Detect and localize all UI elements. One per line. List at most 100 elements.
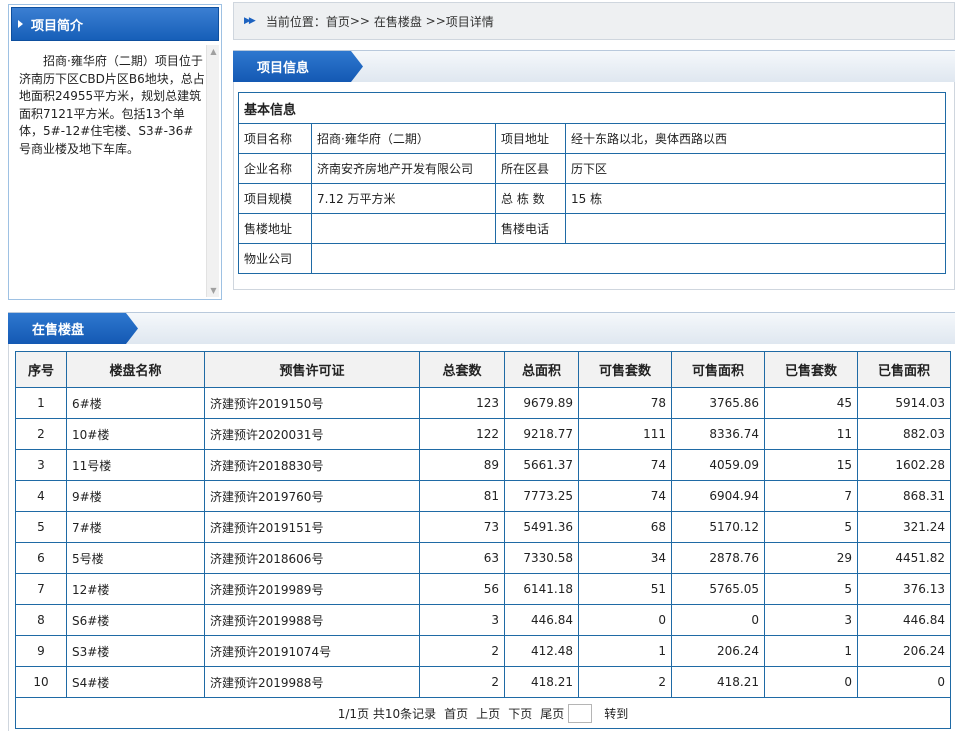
col-header: 已售面积 bbox=[857, 351, 951, 388]
cell-sold-area: 882.03 bbox=[857, 418, 951, 450]
cell-index: 10 bbox=[15, 666, 67, 698]
pager-first-link[interactable]: 首页 bbox=[444, 705, 468, 722]
breadcrumb-current: 项目详情 bbox=[445, 14, 494, 29]
cell-sold-units: 5 bbox=[764, 573, 858, 605]
tab-on-sale: 在售楼盘 bbox=[8, 313, 138, 344]
cell-building-name: 5号楼 bbox=[66, 542, 205, 574]
cell-presale-permit: 济建预许20191074号 bbox=[204, 635, 420, 667]
cell-building-name: S4#楼 bbox=[66, 666, 205, 698]
info-label: 所在区县 bbox=[495, 153, 566, 184]
cell-available-units: 74 bbox=[578, 480, 672, 512]
cell-total-units: 63 bbox=[419, 542, 505, 574]
col-header: 序号 bbox=[15, 351, 67, 388]
cell-building-name: 10#楼 bbox=[66, 418, 205, 450]
tab-project-info: 项目信息 bbox=[233, 51, 363, 82]
cell-building-name: 12#楼 bbox=[66, 573, 205, 605]
cell-available-units: 51 bbox=[578, 573, 672, 605]
cell-total-area: 7330.58 bbox=[504, 542, 579, 574]
cell-total-units: 81 bbox=[419, 480, 505, 512]
info-label: 售楼电话 bbox=[495, 213, 566, 244]
cell-available-area: 418.21 bbox=[671, 666, 765, 698]
page-number-input[interactable] bbox=[568, 703, 593, 723]
double-arrow-right-icon: ▶▶ bbox=[244, 16, 256, 26]
cell-building-name: 9#楼 bbox=[66, 480, 205, 512]
cell-building-name: S6#楼 bbox=[66, 604, 205, 636]
cell-sold-units: 1 bbox=[764, 635, 858, 667]
cell-presale-permit: 济建预许2018830号 bbox=[204, 449, 420, 481]
info-row: 企业名称 济南安齐房地产开发有限公司 所在区县 历下区 bbox=[238, 153, 947, 184]
cell-available-units: 34 bbox=[578, 542, 672, 574]
cell-index: 9 bbox=[15, 635, 67, 667]
intro-scrollbar[interactable]: ▲ ▼ bbox=[206, 45, 219, 297]
breadcrumb-prefix: 当前位置： bbox=[265, 14, 326, 29]
cell-total-area: 9218.77 bbox=[504, 418, 579, 450]
pagination: 1/1页 共10条记录 首页 上页 下页 尾页 转到 bbox=[338, 703, 628, 723]
cell-presale-permit: 济建预许2018606号 bbox=[204, 542, 420, 574]
pager-last-link[interactable]: 尾页 bbox=[540, 705, 564, 722]
col-header: 总套数 bbox=[419, 351, 505, 388]
info-row: 售楼地址 售楼电话 bbox=[238, 213, 947, 244]
info-label: 项目地址 bbox=[495, 123, 566, 154]
cell-index: 5 bbox=[15, 511, 67, 543]
info-value: 7.12 万平方米 bbox=[311, 183, 496, 214]
cell-presale-permit: 济建预许2020031号 bbox=[204, 418, 420, 450]
breadcrumb-home-link[interactable]: 首页 bbox=[326, 13, 350, 30]
cell-building-name: 7#楼 bbox=[66, 511, 205, 543]
cell-sold-area: 4451.82 bbox=[857, 542, 951, 574]
info-label: 企业名称 bbox=[238, 153, 312, 184]
cell-sold-area: 446.84 bbox=[857, 604, 951, 636]
info-value: 招商·雍华府（二期） bbox=[311, 123, 496, 154]
pager-next-link[interactable]: 下页 bbox=[508, 705, 532, 722]
cell-total-area: 412.48 bbox=[504, 635, 579, 667]
cell-sold-units: 3 bbox=[764, 604, 858, 636]
cell-presale-permit: 济建预许2019760号 bbox=[204, 480, 420, 512]
cell-sold-units: 15 bbox=[764, 449, 858, 481]
cell-sold-area: 1602.28 bbox=[857, 449, 951, 481]
cell-available-area: 206.24 bbox=[671, 635, 765, 667]
table-row: 9 S3#楼 济建预许20191074号 2 412.48 1 206.24 1 206.24 bbox=[15, 635, 951, 667]
col-header: 总面积 bbox=[504, 351, 579, 388]
table-row: 3 11号楼 济建预许2018830号 89 5661.37 74 4059.09 15 160… bbox=[15, 449, 951, 481]
scroll-down-arrow-icon[interactable]: ▼ bbox=[207, 284, 220, 297]
table-row: 2 10#楼 济建预许2020031号 122 9218.77 111 8336.74 11 8… bbox=[15, 418, 951, 450]
cell-sold-units: 45 bbox=[764, 387, 858, 419]
cell-total-area: 6141.18 bbox=[504, 573, 579, 605]
on-sale-table: 序号 楼盘名称 预售许可证 总套数 总面积 可售套数 可售面积 已售套数 已售面… bbox=[15, 351, 951, 729]
cell-sold-units: 11 bbox=[764, 418, 858, 450]
info-value: 历下区 bbox=[564, 153, 947, 184]
cell-available-area: 5170.12 bbox=[671, 511, 765, 543]
cell-total-units: 2 bbox=[419, 666, 505, 698]
cell-building-name: 6#楼 bbox=[66, 387, 205, 419]
cell-available-units: 74 bbox=[578, 449, 672, 481]
pager-prev-link[interactable]: 上页 bbox=[476, 705, 500, 722]
cell-available-area: 8336.74 bbox=[671, 418, 765, 450]
col-header: 预售许可证 bbox=[204, 351, 420, 388]
breadcrumb: ▶▶ 当前位置： 首页 >> 在售楼盘 >> 项目详情 bbox=[233, 2, 955, 40]
table-row: 1 6#楼 济建预许2019150号 123 9679.89 78 3765.86 45 591… bbox=[15, 387, 951, 419]
cell-available-units: 1 bbox=[578, 635, 672, 667]
info-value bbox=[310, 243, 947, 274]
cell-sold-units: 5 bbox=[764, 511, 858, 543]
cell-available-area: 3765.86 bbox=[671, 387, 765, 419]
cell-total-units: 123 bbox=[419, 387, 505, 419]
cell-total-area: 418.21 bbox=[504, 666, 579, 698]
cell-available-units: 78 bbox=[578, 387, 672, 419]
project-info-tab-bar: 项目信息 bbox=[233, 50, 955, 82]
col-header: 可售面积 bbox=[671, 351, 765, 388]
cell-available-units: 2 bbox=[578, 666, 672, 698]
cell-sold-area: 5914.03 bbox=[857, 387, 951, 419]
scroll-up-arrow-icon[interactable]: ▲ bbox=[207, 45, 220, 58]
cell-sold-area: 206.24 bbox=[857, 635, 951, 667]
cell-presale-permit: 济建预许2019989号 bbox=[204, 573, 420, 605]
info-label: 项目名称 bbox=[238, 123, 312, 154]
pager-goto-link[interactable]: 转到 bbox=[604, 705, 628, 722]
cell-sold-area: 376.13 bbox=[857, 573, 951, 605]
cell-total-area: 9679.89 bbox=[504, 387, 579, 419]
intro-title: 项目简介 bbox=[31, 18, 84, 34]
cell-total-units: 89 bbox=[419, 449, 505, 481]
table-row: 5 7#楼 济建预许2019151号 73 5491.36 68 5170.12 5 321.2… bbox=[15, 511, 951, 543]
cell-index: 3 bbox=[15, 449, 67, 481]
on-sale-tab-bar: 在售楼盘 bbox=[8, 312, 955, 344]
cell-building-name: S3#楼 bbox=[66, 635, 205, 667]
breadcrumb-section-link[interactable]: 在售楼盘 bbox=[374, 13, 422, 30]
